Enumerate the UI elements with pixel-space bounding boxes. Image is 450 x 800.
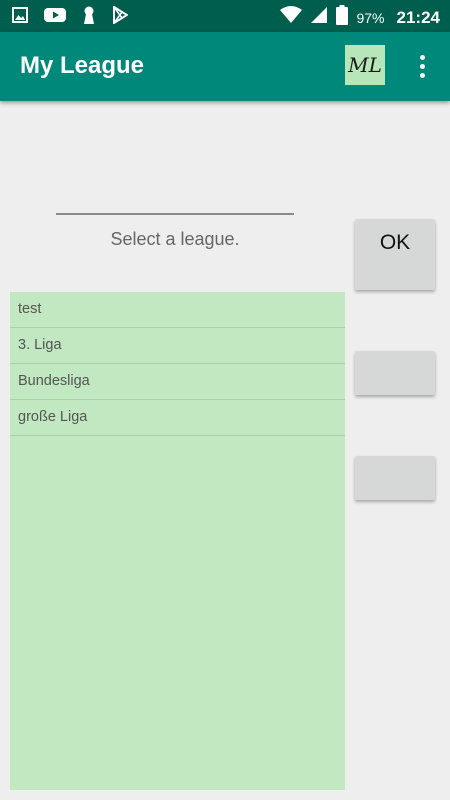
system-status: 97% 21:24 xyxy=(280,5,440,30)
play-store-icon xyxy=(112,5,129,29)
keyhole-icon xyxy=(82,6,96,29)
wifi-icon xyxy=(280,6,303,29)
list-item[interactable]: Bundesliga xyxy=(10,364,345,400)
third-button[interactable] xyxy=(355,456,435,500)
signal-icon xyxy=(310,6,328,29)
battery-icon xyxy=(336,5,349,30)
list-item[interactable]: große Liga xyxy=(10,400,345,436)
overflow-menu-icon[interactable] xyxy=(412,48,432,84)
battery-percent: 97% xyxy=(356,9,385,26)
clock: 21:24 xyxy=(396,7,440,27)
notification-icons xyxy=(12,5,129,29)
youtube-icon xyxy=(44,7,66,28)
list-item[interactable]: 3. Liga xyxy=(10,328,345,364)
select-league-hint: Select a league. xyxy=(110,229,240,249)
app-logo: ML xyxy=(345,45,385,85)
league-list: test 3. Liga Bundesliga große Liga xyxy=(10,292,345,790)
ok-button[interactable]: OK xyxy=(355,219,435,290)
status-bar: 97% 21:24 xyxy=(0,0,450,32)
gallery-icon xyxy=(12,7,28,28)
app-title: My League xyxy=(20,52,145,79)
app-bar: My League ML xyxy=(0,32,450,101)
league-input-underline[interactable] xyxy=(56,213,294,215)
list-item[interactable]: test xyxy=(10,292,345,328)
second-button[interactable] xyxy=(355,351,435,395)
